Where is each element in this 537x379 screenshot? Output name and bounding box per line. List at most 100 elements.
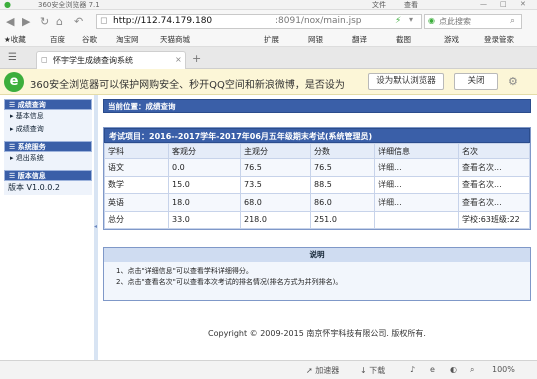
subjective-score-cell: 73.5 — [240, 175, 311, 194]
url-field[interactable]: ◻ http://112.74.179.180 :8091/nox/main.j… — [96, 14, 422, 29]
view-rank-link[interactable]: 查看名次... — [458, 175, 530, 194]
table-header-row: 学科 客观分 主观分 分数 详细信息 名次 — [104, 143, 530, 159]
close-tab-icon[interactable]: × — [175, 55, 182, 64]
gear-icon[interactable]: ⚙ — [508, 75, 518, 88]
bookmark-google[interactable]: 谷歌 — [82, 34, 97, 45]
detail-link[interactable]: 详细... — [374, 193, 459, 212]
status-bar: ➚ 加速器 ↓ 下载 ♪ e ◐ ⌕ 100% — [0, 360, 537, 379]
download-icon: ↓ — [360, 366, 370, 375]
sidebar-toggle-icon[interactable]: ☰ — [8, 52, 17, 63]
accelerator-button[interactable]: ➚ 加速器 — [306, 365, 339, 376]
subjective-score-cell: 76.5 — [240, 158, 311, 177]
view-rank-link[interactable]: 查看名次... — [458, 158, 530, 177]
score-cell: 251.0 — [310, 210, 375, 229]
instruction-line: 1、点击"详细信息"可以查看学科详细得分。 — [116, 267, 253, 275]
download-button[interactable]: ↓ 下载 — [360, 365, 385, 376]
default-browser-notification: e 360安全浏览器可以保护网购安全、秒开QQ空间和新浪微博，是否设为 设为默认… — [0, 69, 537, 95]
objective-score-cell: 33.0 — [168, 210, 241, 229]
refresh-icon[interactable]: ↻ — [40, 15, 49, 28]
sound-icon[interactable]: ◐ — [450, 365, 457, 374]
score-cell: 88.5 — [310, 175, 375, 194]
rocket-icon: ➚ — [306, 366, 316, 375]
bookmark-extensions[interactable]: 扩展 — [264, 34, 279, 45]
section-icon: ☰ — [9, 172, 18, 180]
undo-icon[interactable]: ↶ — [74, 15, 83, 28]
instructions-panel: 说明 1、点击"详细信息"可以查看学科详细得分。 2、点击"查看名次"可以查看本… — [103, 247, 531, 301]
bookmark-login-manager[interactable]: 登录管家 — [484, 34, 514, 45]
sidebar-item-label: 成绩查询 — [15, 125, 44, 133]
subject-cell: 数学 — [104, 175, 169, 194]
detail-link[interactable]: 详细... — [374, 175, 459, 194]
section-icon: ☰ — [9, 101, 18, 109]
bookmark-taobao[interactable]: 淘宝网 — [116, 34, 139, 45]
search-box[interactable]: ◉ ⌕ — [424, 14, 522, 29]
search-engine-icon[interactable]: ◉ — [428, 16, 435, 25]
column-header: 学科 — [104, 143, 169, 159]
instruction-line: 2、点击"查看名次"可以查看本次考试的排名情况(排名方式为并列排名)。 — [116, 278, 343, 286]
subjective-score-cell: 218.0 — [240, 210, 311, 229]
instructions-title: 说明 — [104, 248, 530, 262]
minimize-icon[interactable]: — — [480, 0, 487, 8]
view-rank-link[interactable]: 查看名次... — [458, 193, 530, 212]
window-title: 360安全浏览器 7.1 — [38, 1, 100, 9]
zoom-level[interactable]: 100% — [492, 365, 515, 374]
url-host: http://112.74.179.180 — [113, 16, 213, 26]
sidebar-section-title: 成绩查询 — [17, 101, 46, 109]
home-icon[interactable]: ⌂ — [56, 15, 63, 28]
close-notification-button[interactable]: 关闭 — [454, 73, 498, 90]
score-panel: 考试项目：2016--2017学年-2017年06月五年级期末考试(系统管理员)… — [103, 127, 531, 230]
bookmark-baidu[interactable]: 百度 — [50, 34, 65, 45]
menu-file[interactable]: 文件 — [372, 0, 386, 10]
sidebar-item-score-query[interactable]: ▸ 成绩查询 — [4, 123, 92, 136]
score-cell: 86.0 — [310, 193, 375, 212]
bookmark-translate[interactable]: 翻译 — [352, 34, 367, 45]
bookmark-netbank[interactable]: 网银 — [308, 34, 323, 45]
download-label: 下载 — [369, 366, 386, 375]
table-row: 数学 15.0 73.5 88.5 详细... 查看名次... — [104, 175, 530, 194]
notification-message: 360安全浏览器可以保护网购安全、秒开QQ空间和新浪微博，是否设为 — [30, 80, 345, 91]
sidebar-divider[interactable]: ◂ — [94, 95, 98, 360]
bookmarks-bar: ★收藏 百度 谷歌 淘宝网 天猫商城 扩展 网银 翻译 截图 游戏 登录管家 — [0, 33, 537, 47]
lightning-icon[interactable]: ⚡ — [395, 16, 401, 26]
column-header: 名次 — [458, 143, 530, 159]
bookmark-screenshot[interactable]: 截图 — [396, 34, 411, 45]
zoom-icon[interactable]: ⌕ — [470, 365, 474, 375]
column-header: 分数 — [310, 143, 375, 159]
search-icon[interactable]: ⌕ — [510, 16, 515, 26]
column-header: 详细信息 — [374, 143, 459, 159]
detail-link[interactable]: 详细... — [374, 158, 459, 177]
bookmark-games[interactable]: 游戏 — [444, 34, 459, 45]
objective-score-cell: 15.0 — [168, 175, 241, 194]
maximize-icon[interactable]: □ — [500, 0, 507, 8]
set-default-button[interactable]: 设为默认浏览器 — [368, 73, 444, 90]
table-row: 语文 0.0 76.5 76.5 详细... 查看名次... — [104, 158, 530, 177]
collapse-arrow-icon[interactable]: ◂ — [94, 223, 97, 230]
score-cell: 76.5 — [310, 158, 375, 177]
ie-mode-icon[interactable]: e — [430, 365, 435, 374]
sidebar-section-title: 系统服务 — [17, 143, 46, 151]
bookmark-favorites[interactable]: ★收藏 — [4, 34, 26, 45]
sidebar: ☰ 成绩查询 ▸ 基本信息 ▸ 成绩查询 ☰ 系统服务 ▸ 退出系统 ☰ 版本信… — [4, 99, 92, 195]
tab-active[interactable]: ◻ 怀宇学生成绩查询系统 × — [36, 51, 186, 69]
page-content: ☰ 成绩查询 ▸ 基本信息 ▸ 成绩查询 ☰ 系统服务 ▸ 退出系统 ☰ 版本信… — [0, 95, 537, 360]
dropdown-icon[interactable]: ▾ — [409, 15, 413, 24]
volume-icon[interactable]: ♪ — [410, 365, 415, 374]
sidebar-section-score-query[interactable]: ☰ 成绩查询 — [4, 99, 92, 110]
bookmark-label: 收藏 — [10, 35, 26, 44]
close-window-icon[interactable]: ✕ — [520, 0, 526, 8]
url-path: :8091/nox/main.jsp — [275, 16, 362, 26]
subject-cell: 总分 — [104, 210, 169, 229]
bookmark-tmall[interactable]: 天猫商城 — [160, 34, 190, 45]
sidebar-item-label: 退出系统 — [15, 154, 44, 162]
sidebar-section-system-service[interactable]: ☰ 系统服务 — [4, 141, 92, 152]
sidebar-item-logout[interactable]: ▸ 退出系统 — [4, 152, 92, 165]
new-tab-icon[interactable]: + — [192, 52, 201, 65]
menu-view[interactable]: 查看 — [404, 0, 418, 10]
sidebar-item-basic-info[interactable]: ▸ 基本信息 — [4, 110, 92, 123]
column-header: 客观分 — [168, 143, 241, 159]
back-icon[interactable]: ◀ — [6, 15, 14, 28]
search-input[interactable] — [439, 16, 509, 27]
sidebar-section-version-info[interactable]: ☰ 版本信息 — [4, 170, 92, 181]
forward-icon[interactable]: ▶ — [22, 15, 30, 28]
column-header: 主观分 — [240, 143, 311, 159]
